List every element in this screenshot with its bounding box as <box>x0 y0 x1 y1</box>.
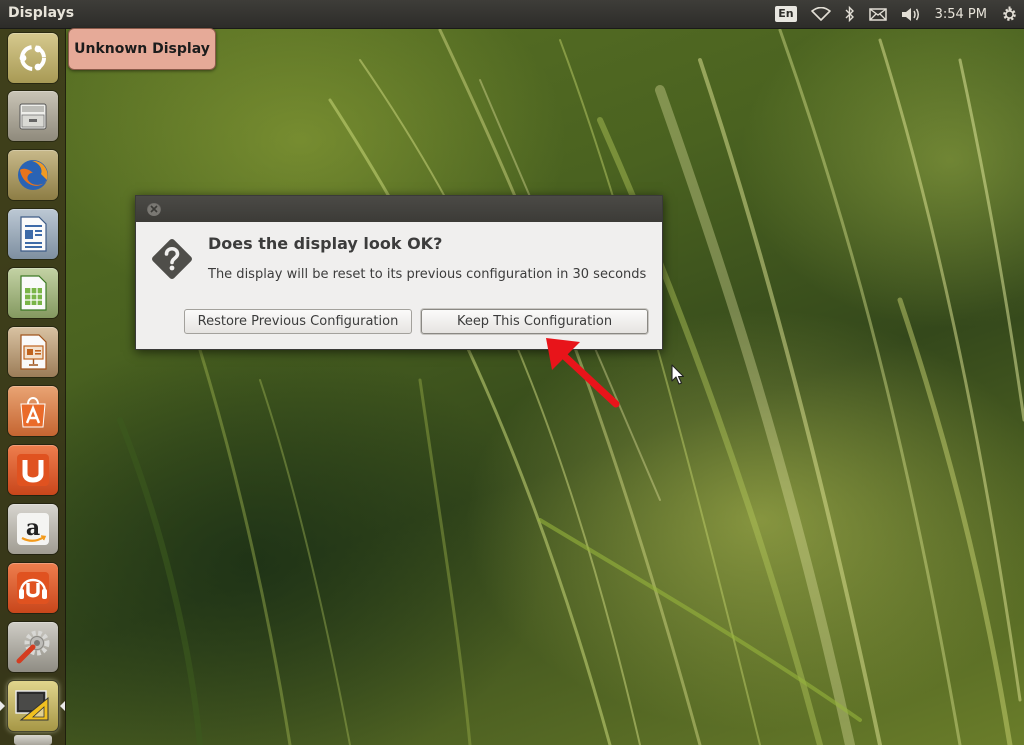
launcher-running-indicator <box>0 701 5 711</box>
keyboard-language-indicator[interactable]: En <box>775 0 797 28</box>
ubuntu-one-button[interactable] <box>8 445 58 495</box>
launcher-tooltip: Unknown Display <box>68 28 216 70</box>
desktop-wallpaper <box>0 0 1024 745</box>
firefox-icon <box>18 160 48 190</box>
libreoffice-calc-button[interactable] <box>8 268 58 318</box>
file-cabinet-icon <box>19 103 47 130</box>
dialog-close-button[interactable] <box>147 202 161 216</box>
network-wireless-icon[interactable] <box>810 0 831 28</box>
annotation-arrow-icon <box>546 338 620 408</box>
displays-button[interactable] <box>8 681 58 731</box>
headphones-icon <box>17 572 49 604</box>
launcher-overflow-item[interactable] <box>14 735 52 745</box>
ubuntu-one-icon <box>17 454 49 486</box>
mouse-pointer-icon <box>671 364 685 385</box>
confirm-display-dialog: Does the display look OK? The display wi… <box>135 195 663 350</box>
restore-previous-configuration-button[interactable]: Restore Previous Configuration <box>184 309 412 334</box>
ubuntu-one-music-button[interactable] <box>8 563 58 613</box>
shopping-bag-icon <box>20 397 46 428</box>
launcher: a <box>0 29 66 745</box>
dialog-message: The display will be reset to its previou… <box>208 267 647 282</box>
impress-presentation-icon <box>20 334 47 370</box>
system-settings-button[interactable] <box>8 622 58 672</box>
writer-document-icon <box>20 216 47 252</box>
display-ruler-icon <box>15 690 49 721</box>
language-badge: En <box>775 6 797 22</box>
firefox-button[interactable] <box>8 150 58 200</box>
window-title: Displays <box>8 5 75 21</box>
dialog-titlebar[interactable] <box>136 196 662 222</box>
question-icon <box>152 239 192 279</box>
calc-spreadsheet-icon <box>20 275 47 311</box>
indicator-area: En 3:54 PM <box>775 0 1018 28</box>
amazon-icon: a <box>17 513 49 545</box>
libreoffice-writer-button[interactable] <box>8 209 58 259</box>
amazon-button[interactable]: a <box>8 504 58 554</box>
clock[interactable]: 3:54 PM <box>935 0 987 28</box>
wrench-gear-icon <box>16 630 50 664</box>
launcher-focus-indicator <box>60 701 65 711</box>
files-button[interactable] <box>8 91 58 141</box>
dash-home-button[interactable] <box>8 33 58 83</box>
tooltip-text: Unknown Display <box>74 41 210 57</box>
libreoffice-impress-button[interactable] <box>8 327 58 377</box>
software-center-button[interactable] <box>8 386 58 436</box>
close-icon <box>150 205 158 213</box>
svg-text:a: a <box>26 515 40 541</box>
volume-icon[interactable] <box>901 0 921 28</box>
ubuntu-logo-icon <box>19 45 46 71</box>
bluetooth-icon[interactable] <box>845 0 855 28</box>
settings-gear-icon[interactable] <box>1001 0 1018 28</box>
top-panel: Displays En 3:54 PM <box>0 0 1024 29</box>
dialog-heading: Does the display look OK? <box>208 234 443 253</box>
mail-envelope-icon[interactable] <box>868 0 887 28</box>
